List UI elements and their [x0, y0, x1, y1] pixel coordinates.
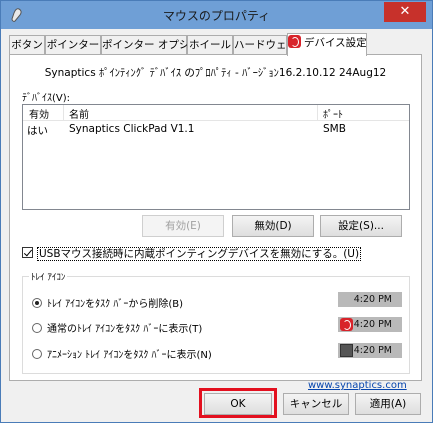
- column-divider[interactable]: [317, 105, 318, 121]
- tray-preview: 4:20 PM: [338, 292, 402, 307]
- synaptics-tray-icon: [340, 318, 353, 331]
- device-row[interactable]: はい Synaptics ClickPad V1.1 SMB: [23, 122, 409, 139]
- tray-preview-time: 4:20 PM: [353, 345, 392, 356]
- disable-internal-checkbox[interactable]: USBマウス接続時に内蔵ポインティングデバイスを無効にする。(U): [22, 246, 362, 261]
- radio-button[interactable]: [32, 323, 42, 333]
- column-header-name[interactable]: 名前: [69, 106, 89, 121]
- radio-button[interactable]: [32, 349, 42, 359]
- window-title: マウスのプロパティ: [162, 9, 271, 23]
- radio-label: ｱﾆﾒｰｼｮﾝ ﾄﾚｲ ｱｲｺﾝをﾀｽｸ ﾊﾞｰに表示(N): [47, 350, 212, 361]
- disable-button[interactable]: 無効(D): [232, 215, 314, 237]
- column-divider[interactable]: [63, 105, 64, 121]
- devices-label: ﾃﾞﾊﾞｲｽ(V):: [22, 93, 71, 104]
- tray-icon-group: ﾄﾚｲ ｱｲｺﾝ ﾄﾚｲ ｱｲｺﾝをﾀｽｸ ﾊﾞｰから削除(B) 4:20 PM…: [22, 270, 410, 374]
- radio-animated-tray-icon[interactable]: ｱﾆﾒｰｼｮﾝ ﾄﾚｲ ｱｲｺﾝをﾀｽｸ ﾊﾞｰに表示(N): [32, 346, 212, 361]
- tray-preview-time: 4:20 PM: [353, 319, 392, 330]
- tab-label: ポインター: [46, 39, 100, 51]
- dialog-client: ボタン ポインター ポインター オプション ホイール ハードウェア デバイス設定…: [3, 29, 430, 421]
- device-port: SMB: [323, 123, 346, 135]
- enable-button[interactable]: 有効(E): [142, 215, 224, 237]
- checkbox-checked[interactable]: [22, 247, 33, 258]
- tray-preview-time: 4:20 PM: [353, 294, 392, 305]
- radio-label: 通常のﾄﾚｲ ｱｲｺﾝをﾀｽｸ ﾊﾞｰに表示(T): [47, 324, 203, 335]
- tray-preview: 4:20 PM: [338, 343, 402, 358]
- device-settings-panel: Synaptics ﾎﾟｲﾝﾃｨﾝｸﾞ ﾃﾞﾊﾞｲｽ のﾌﾟﾛﾊﾟﾃｨ - ﾊﾞ…: [9, 54, 422, 391]
- animated-tray-icon: [340, 344, 353, 357]
- tab-label: ボタン: [11, 39, 43, 51]
- radio-show-tray-icon[interactable]: 通常のﾄﾚｲ ｱｲｺﾝをﾀｽｸ ﾊﾞｰに表示(T): [32, 320, 202, 335]
- radio-remove-tray-icon[interactable]: ﾄﾚｲ ｱｲｺﾝをﾀｽｸ ﾊﾞｰから削除(B): [32, 295, 183, 310]
- tab-hardware[interactable]: ハードウェア: [233, 35, 297, 55]
- tab-label: ホイール: [189, 39, 231, 51]
- close-icon: ✕: [399, 4, 411, 19]
- settings-button[interactable]: 設定(S)...: [320, 215, 402, 237]
- cancel-button[interactable]: キャンセル: [283, 393, 349, 415]
- title-bar[interactable]: マウスのプロパティ ✕: [1, 1, 432, 29]
- column-header-port[interactable]: ﾎﾟｰﾄ: [323, 106, 343, 121]
- device-enabled: はい: [27, 125, 48, 137]
- synaptics-icon: [288, 35, 301, 48]
- tab-pointer-options[interactable]: ポインター オプション: [101, 35, 210, 55]
- device-list-header: 有効 名前 ﾎﾟｰﾄ: [23, 105, 409, 121]
- tray-preview: 4:20 PM: [338, 317, 402, 332]
- tab-buttons[interactable]: ボタン: [9, 35, 45, 55]
- device-name: Synaptics ClickPad V1.1: [69, 123, 195, 135]
- tab-label: デバイス設定: [304, 37, 367, 49]
- tab-pointer[interactable]: ポインター: [45, 35, 101, 55]
- synaptics-link[interactable]: www.synaptics.com: [308, 380, 407, 391]
- ok-button[interactable]: OK: [204, 393, 272, 415]
- tab-device-settings[interactable]: デバイス設定: [287, 33, 367, 56]
- device-list[interactable]: 有効 名前 ﾎﾟｰﾄ はい Synaptics ClickPad V1.1 SM…: [22, 104, 410, 210]
- close-button[interactable]: ✕: [384, 2, 426, 22]
- apply-button[interactable]: 適用(A): [355, 393, 421, 415]
- mouse-properties-dialog: マウスのプロパティ ✕ ボタン ポインター ポインター オプション ホイール ハ…: [0, 0, 433, 423]
- radio-button[interactable]: [32, 298, 42, 308]
- tab-wheel[interactable]: ホイール: [187, 35, 233, 55]
- tray-icon-group-title: ﾄﾚｲ ｱｲｺﾝ: [29, 270, 68, 283]
- radio-label: ﾄﾚｲ ｱｲｺﾝをﾀｽｸ ﾊﾞｰから削除(B): [47, 299, 184, 310]
- column-header-enabled[interactable]: 有効: [29, 106, 49, 121]
- checkbox-label: USBマウス接続時に内蔵ポインティングデバイスを無効にする。(U): [37, 247, 362, 261]
- version-text: Synaptics ﾎﾟｲﾝﾃｨﾝｸﾞ ﾃﾞﾊﾞｲｽ のﾌﾟﾛﾊﾟﾃｨ - ﾊﾞ…: [44, 67, 387, 79]
